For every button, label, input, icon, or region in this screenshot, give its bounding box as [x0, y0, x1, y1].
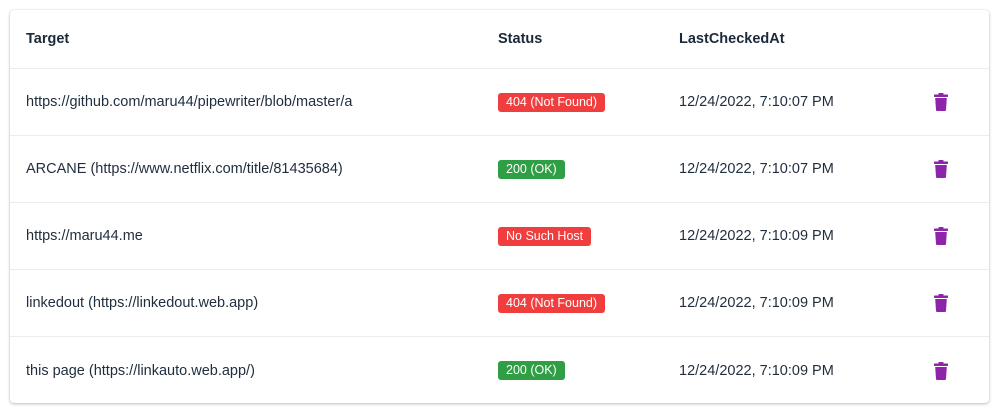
- status-badge: 404 (Not Found): [498, 293, 606, 313]
- trash-icon: [934, 227, 948, 245]
- trash-icon: [934, 294, 948, 312]
- column-header-status: Status: [498, 31, 543, 47]
- target-text: linkedout (https://linkedout.web.app): [26, 295, 259, 311]
- last-checked-text: 12/24/2022, 7:10:09 PM: [679, 362, 834, 379]
- trash-icon: [934, 361, 948, 380]
- delete-button[interactable]: [928, 156, 954, 182]
- status-badge: 200 (OK): [498, 361, 565, 380]
- table-header-row: Target Status LastCheckedAt: [10, 10, 989, 69]
- delete-button[interactable]: [928, 223, 954, 249]
- status-badge: 200 (OK): [498, 159, 565, 179]
- target-text: this page (https://linkauto.web.app/): [26, 362, 255, 379]
- status-badge: 404 (Not Found): [498, 92, 606, 112]
- status-badge: No Such Host: [498, 226, 592, 246]
- links-table: Target Status LastCheckedAt https://gith…: [10, 10, 989, 403]
- trash-icon: [934, 93, 948, 111]
- target-text: https://maru44.me: [26, 228, 143, 244]
- table-row: https://maru44.me No Such Host 12/24/202…: [10, 203, 989, 270]
- target-text: ARCANE (https://www.netflix.com/title/81…: [26, 161, 343, 177]
- delete-button[interactable]: [928, 89, 954, 115]
- last-checked-text: 12/24/2022, 7:10:09 PM: [679, 295, 834, 311]
- table-row: linkedout (https://linkedout.web.app) 40…: [10, 270, 989, 337]
- column-header-target: Target: [26, 31, 70, 47]
- target-text: https://github.com/maru44/pipewriter/blo…: [26, 94, 353, 110]
- trash-icon: [934, 160, 948, 178]
- column-header-last-checked: LastCheckedAt: [679, 31, 785, 47]
- delete-button[interactable]: [928, 358, 954, 384]
- table-row: this page (https://linkauto.web.app/) 20…: [10, 337, 989, 403]
- table-row: https://github.com/maru44/pipewriter/blo…: [10, 69, 989, 136]
- last-checked-text: 12/24/2022, 7:10:07 PM: [679, 94, 834, 110]
- last-checked-text: 12/24/2022, 7:10:09 PM: [679, 228, 834, 244]
- table-row: ARCANE (https://www.netflix.com/title/81…: [10, 136, 989, 203]
- last-checked-text: 12/24/2022, 7:10:07 PM: [679, 161, 834, 177]
- delete-button[interactable]: [928, 290, 954, 316]
